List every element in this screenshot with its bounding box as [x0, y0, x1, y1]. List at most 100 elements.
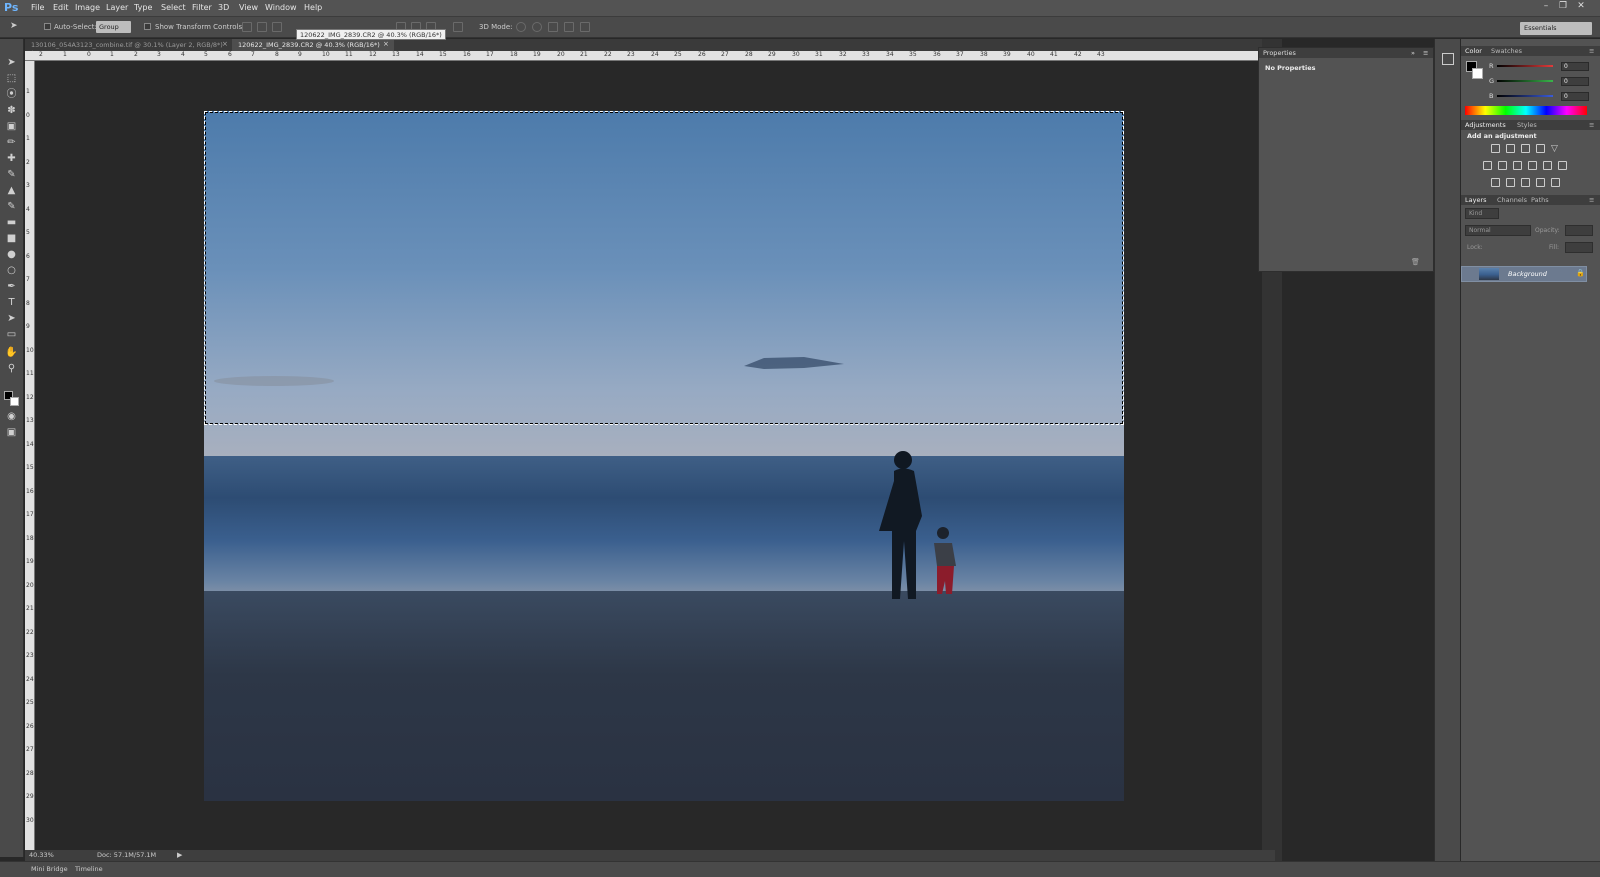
- menu-file[interactable]: File: [31, 3, 44, 12]
- layer-filter-kind-select[interactable]: Kind: [1465, 208, 1499, 219]
- pen-tool-icon[interactable]: ✒: [5, 281, 18, 293]
- type-tool-icon[interactable]: T: [5, 297, 18, 309]
- channel-r-slider[interactable]: [1497, 65, 1553, 67]
- healing-brush-tool-icon[interactable]: ✚: [5, 153, 18, 165]
- menu-select[interactable]: Select: [161, 3, 186, 12]
- align-vcenter-icon[interactable]: [257, 22, 267, 32]
- quick-select-tool-icon[interactable]: ✽: [5, 105, 18, 117]
- eraser-tool-icon[interactable]: ▬: [5, 217, 18, 229]
- menu-filter[interactable]: Filter: [192, 3, 212, 12]
- tab-close-icon[interactable]: ×: [222, 40, 228, 48]
- restore-icon[interactable]: ❐: [1557, 1, 1569, 13]
- tab-adjustments[interactable]: Adjustments: [1465, 121, 1506, 129]
- zoom-tool-icon[interactable]: ⚲: [5, 363, 18, 375]
- transform-controls-checkbox[interactable]: [144, 23, 151, 30]
- panel-menu-icon[interactable]: ≡: [1589, 121, 1594, 129]
- posterize-icon[interactable]: [1506, 178, 1515, 187]
- brightness-icon[interactable]: [1491, 144, 1500, 153]
- channel-g-value[interactable]: 0: [1561, 77, 1589, 86]
- hue-saturation-icon[interactable]: [1483, 161, 1492, 170]
- marquee-selection[interactable]: [204, 111, 1124, 425]
- rectangle-tool-icon[interactable]: ▭: [5, 329, 18, 341]
- vibrance-icon[interactable]: ▽: [1551, 144, 1560, 154]
- path-select-tool-icon[interactable]: ➤: [5, 313, 18, 325]
- channel-b-slider[interactable]: [1497, 95, 1553, 97]
- tab-swatches[interactable]: Swatches: [1491, 47, 1522, 55]
- channel-r-value[interactable]: 0: [1561, 62, 1589, 71]
- layer-name[interactable]: Background: [1508, 270, 1547, 278]
- doc-size[interactable]: Doc: 57.1M/57.1M: [97, 851, 156, 859]
- menu-edit[interactable]: Edit: [53, 3, 69, 12]
- lasso-tool-icon[interactable]: ⦿: [5, 89, 18, 101]
- panel-menu-icon[interactable]: ≡: [1423, 49, 1428, 57]
- blend-mode-select[interactable]: Normal: [1465, 225, 1531, 236]
- gradient-tool-icon[interactable]: ■: [5, 233, 18, 245]
- hand-tool-icon[interactable]: ✋: [5, 347, 18, 359]
- align-top-icon[interactable]: [242, 22, 252, 32]
- panel-menu-icon[interactable]: ≡: [1589, 47, 1594, 55]
- close-icon[interactable]: ✕: [1575, 1, 1587, 13]
- background-color-swatch[interactable]: [10, 397, 19, 406]
- tab-paths[interactable]: Paths: [1531, 196, 1549, 204]
- tab-close-icon[interactable]: ×: [383, 40, 389, 48]
- auto-align-icon[interactable]: [453, 22, 463, 32]
- quick-mask-icon[interactable]: ◉: [5, 411, 18, 423]
- threshold-icon[interactable]: [1521, 178, 1530, 187]
- tab-timeline[interactable]: Timeline: [75, 865, 103, 873]
- 3d-pan-icon[interactable]: [548, 22, 558, 32]
- menu-help[interactable]: Help: [304, 3, 322, 12]
- tab-properties[interactable]: Properties: [1263, 49, 1296, 57]
- zoom-level[interactable]: 40.33%: [29, 851, 54, 859]
- dodge-tool-icon[interactable]: ○: [5, 265, 18, 277]
- color-lookup-icon[interactable]: [1558, 161, 1567, 170]
- invert-icon[interactable]: [1491, 178, 1500, 187]
- color-spectrum-ramp[interactable]: [1465, 106, 1587, 115]
- opacity-field[interactable]: [1565, 225, 1593, 236]
- screen-mode-icon[interactable]: ▣: [5, 427, 18, 439]
- align-bottom-icon[interactable]: [272, 22, 282, 32]
- brush-tool-icon[interactable]: ✎: [5, 169, 18, 181]
- minimize-icon[interactable]: –: [1540, 1, 1552, 13]
- menu-layer[interactable]: Layer: [106, 3, 128, 12]
- selective-color-icon[interactable]: [1536, 178, 1545, 187]
- curves-icon[interactable]: [1521, 144, 1530, 153]
- crop-tool-icon[interactable]: ▣: [5, 121, 18, 133]
- menu-view[interactable]: View: [239, 3, 258, 12]
- 3d-slide-icon[interactable]: [564, 22, 574, 32]
- blur-tool-icon[interactable]: ●: [5, 249, 18, 261]
- levels-icon[interactable]: [1506, 144, 1515, 153]
- eyedropper-tool-icon[interactable]: ✏: [5, 137, 18, 149]
- collapse-icon[interactable]: »: [1411, 49, 1415, 57]
- menu-image[interactable]: Image: [75, 3, 100, 12]
- menu-3d[interactable]: 3D: [218, 3, 229, 12]
- auto-select-mode-select[interactable]: Group: [96, 21, 131, 33]
- panel-menu-icon[interactable]: ≡: [1589, 196, 1594, 204]
- tab-img-2839[interactable]: 120622_IMG_2839.CR2 @ 40.3% (RGB/16*): [232, 39, 394, 51]
- history-brush-tool-icon[interactable]: ✎: [5, 201, 18, 213]
- exposure-icon[interactable]: [1536, 144, 1545, 153]
- 3d-roll-icon[interactable]: [532, 22, 542, 32]
- tab-channels[interactable]: Channels: [1497, 196, 1527, 204]
- trash-icon[interactable]: 🗑: [1411, 258, 1420, 266]
- tab-color[interactable]: Color: [1465, 47, 1482, 55]
- tab-combine-tif[interactable]: 130106_054A3123_combine.tif @ 30.1% (Lay…: [25, 39, 233, 57]
- background-color-swatch[interactable]: [1472, 68, 1483, 79]
- move-tool-icon[interactable]: ➤: [5, 57, 18, 69]
- move-tool-icon[interactable]: ➤: [10, 21, 18, 31]
- color-balance-icon[interactable]: [1498, 161, 1507, 170]
- 3d-scale-icon[interactable]: [580, 22, 590, 32]
- clone-stamp-tool-icon[interactable]: ▲: [5, 185, 18, 197]
- menu-window[interactable]: Window: [265, 3, 297, 12]
- channel-g-slider[interactable]: [1497, 80, 1553, 82]
- 3d-rotate-icon[interactable]: [516, 22, 526, 32]
- channel-b-value[interactable]: 0: [1561, 92, 1589, 101]
- fill-field[interactable]: [1565, 242, 1593, 253]
- tab-styles[interactable]: Styles: [1517, 121, 1537, 129]
- tab-layers[interactable]: Layers: [1465, 196, 1487, 204]
- gradient-map-icon[interactable]: [1551, 178, 1560, 187]
- history-panel-icon[interactable]: [1442, 53, 1454, 65]
- channel-mixer-icon[interactable]: [1543, 161, 1552, 170]
- marquee-tool-icon[interactable]: ⬚: [5, 73, 18, 85]
- menu-type[interactable]: Type: [134, 3, 152, 12]
- workspace-select[interactable]: Essentials: [1520, 22, 1592, 35]
